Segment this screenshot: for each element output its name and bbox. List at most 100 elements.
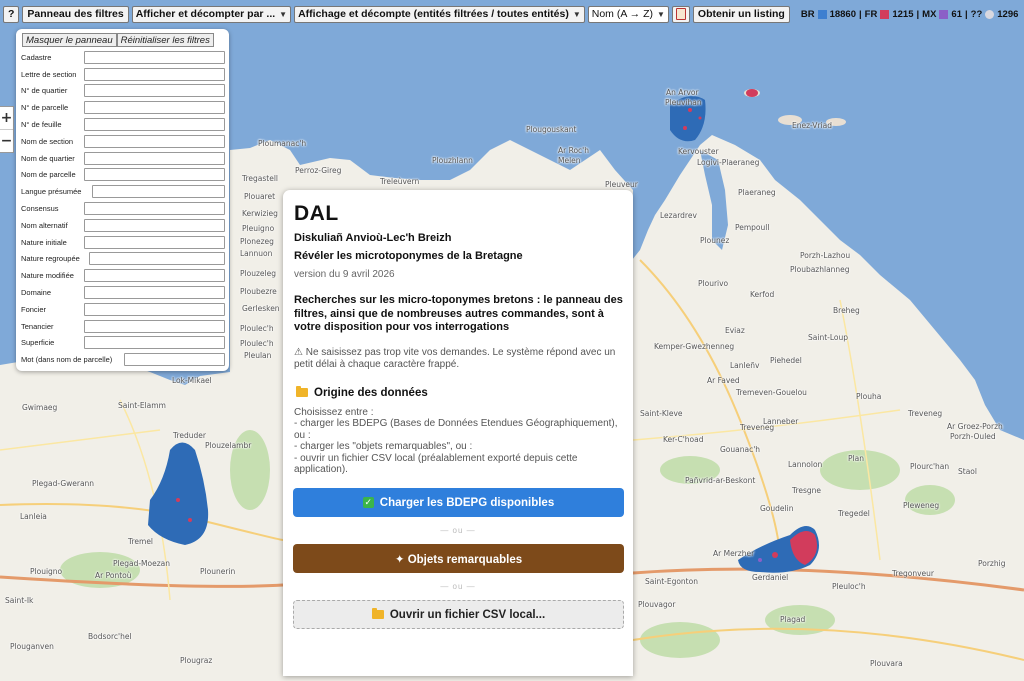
place-label: Treveneg [908, 409, 943, 418]
filter-input[interactable] [89, 252, 225, 266]
filter-input[interactable] [84, 319, 225, 333]
intro-dialog: DAL Diskuliañ Anvioù-Lec'h Breizh Révéle… [283, 190, 633, 676]
place-label: Plouzelambr [205, 441, 252, 450]
place-label: Saint-Egonton [645, 577, 698, 586]
place-label: Plouganven [10, 642, 54, 651]
sort-select[interactable]: Nom (A → Z) ▼ [587, 5, 669, 23]
place-label: Pempoull [735, 223, 770, 232]
chevron-down-icon: ▼ [657, 9, 665, 19]
place-label: Enez-Vriad [792, 121, 832, 130]
filter-label: Nature modifiée [21, 271, 74, 281]
place-label: Bodsorc'hel [88, 632, 132, 641]
stat-count: 61 [951, 8, 962, 20]
place-label: Kemper-Gwezhenneg [654, 342, 735, 351]
place-label: Lannuon [240, 249, 273, 258]
body-line: Choisissez entre : [294, 406, 374, 418]
zoom-control: + − [0, 106, 14, 153]
or-separator: — ou — [440, 526, 476, 536]
remarkable-objects-button[interactable]: ✦ Objets remarquables [293, 544, 624, 574]
filter-input[interactable] [84, 84, 225, 98]
stat-code: FR [864, 8, 878, 20]
stat-color-swatch [939, 9, 949, 19]
place-label: Melen [558, 156, 581, 165]
filter-row: Langue présumée [20, 183, 225, 200]
filter-label: Cadastre [21, 52, 52, 62]
filter-input[interactable] [92, 185, 225, 199]
dialog-tagline: Révéler les microtoponymes de la Bretagn… [294, 250, 523, 262]
place-label: Ploubezre [240, 287, 277, 296]
help-button[interactable]: ? [3, 5, 20, 23]
place-label: Breheg [833, 306, 860, 315]
place-label: Pleuvihan [665, 98, 702, 107]
filter-input[interactable] [84, 118, 225, 132]
place-label: Gerdaniel [752, 573, 789, 582]
place-label: Ar Roc'h [558, 146, 589, 155]
zoom-out-button[interactable]: − [0, 129, 13, 152]
get-listing-button[interactable]: Obtenir un listing [692, 5, 790, 23]
load-bdepg-button[interactable]: ✓ Charger les BDEPG disponibles [293, 488, 624, 518]
place-label: Eviaz [725, 326, 745, 335]
filter-input[interactable] [124, 353, 225, 367]
place-label: Tregastell [242, 174, 278, 183]
place-label: Ker-C'hoad [663, 435, 704, 444]
place-label: Plouvagor [638, 600, 676, 609]
filter-label: Mot (dans nom de parcelle) [21, 355, 113, 365]
filter-input[interactable] [84, 286, 225, 300]
filter-label: Nature regroupée [21, 254, 80, 264]
display-mode-select[interactable]: Affichage et décompte (entités filtrées … [294, 5, 585, 23]
load-bdepg-label: Charger les BDEPG disponibles [379, 496, 555, 509]
place-label: Porzhig [978, 559, 1006, 568]
data-origin-heading: Origine des données [296, 386, 623, 399]
clipboard-button[interactable] [671, 5, 690, 23]
stat-count: 1296 [997, 8, 1019, 20]
filter-input[interactable] [84, 168, 225, 182]
place-label: Kerfod [750, 290, 775, 299]
or-separator: — ou — [440, 582, 476, 592]
place-label: Plegad-Gwerann [32, 479, 95, 488]
filter-input[interactable] [84, 218, 225, 232]
filter-input[interactable] [84, 134, 225, 148]
display-count-select[interactable]: Afficher et décompter par ... ▼ [131, 5, 292, 23]
place-label: Tresgne [792, 486, 822, 495]
open-csv-button[interactable]: Ouvrir un fichier CSV local... [293, 600, 624, 630]
filter-input[interactable] [84, 336, 225, 350]
filter-label: Tenancier [21, 321, 54, 331]
place-label: Gouanac'h [720, 445, 761, 454]
filter-label: Nom de section [21, 136, 74, 146]
data-origin-heading-text: Origine des données [314, 386, 428, 399]
filter-label: Nom de quartier [21, 153, 75, 163]
filter-input[interactable] [84, 50, 225, 64]
filter-label: Consensus [21, 204, 59, 214]
hide-panel-button[interactable]: Masquer le panneau [22, 33, 117, 47]
reset-filters-button[interactable]: Réinitialiser les filtres [116, 33, 214, 47]
place-label: Staol [958, 467, 977, 476]
place-label: Tregonveur [892, 569, 935, 578]
stat-count: 1215 [892, 8, 914, 20]
place-label: Plourivo [698, 279, 729, 288]
place-label: Plonezeg [240, 237, 274, 246]
filters-panel-button[interactable]: Panneau des filtres [22, 5, 129, 23]
place-label: Pleuloc'h [832, 582, 866, 591]
place-label: Tremeven-Gouelou [736, 388, 807, 397]
filter-input[interactable] [84, 151, 225, 165]
stat-color-swatch [985, 9, 995, 19]
filter-row: Nature regroupée [20, 251, 225, 268]
filter-row: Superficie [20, 335, 225, 352]
filter-label: Nom de parcelle [21, 170, 76, 180]
place-label: Logivi-Plaeraneg [697, 158, 760, 167]
zoom-in-button[interactable]: + [0, 107, 13, 129]
place-label: Plouzeleg [240, 269, 276, 278]
filter-label: Nature initiale [21, 237, 67, 247]
filter-row: Mot (dans nom de parcelle) [20, 351, 225, 368]
stat-code: BR [800, 8, 815, 20]
filter-input[interactable] [84, 302, 225, 316]
filter-input[interactable] [84, 67, 225, 81]
filter-input[interactable] [84, 269, 225, 283]
place-label: Plouvara [870, 659, 903, 668]
filter-input[interactable] [84, 101, 225, 115]
folder-icon [296, 386, 308, 397]
filter-input[interactable] [84, 235, 225, 249]
clipboard-icon [675, 8, 686, 20]
filter-input[interactable] [84, 202, 225, 216]
place-label: Pleuigno [242, 224, 275, 233]
